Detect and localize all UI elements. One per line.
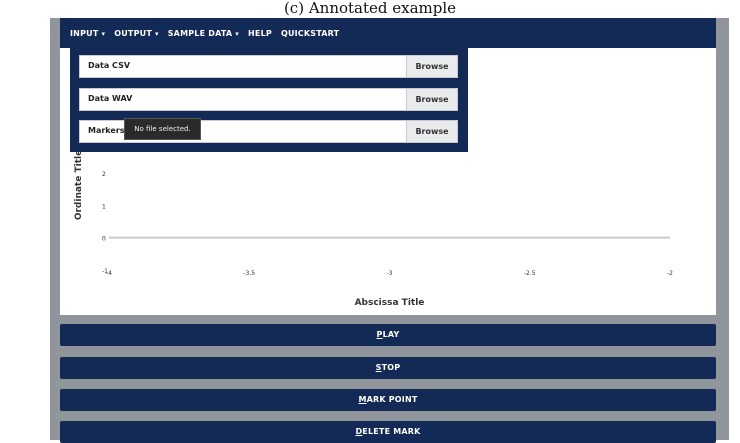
nav-quickstart-link[interactable]: QUICKSTART xyxy=(281,29,339,38)
mark-label: ARK POINT xyxy=(366,395,418,404)
data-wav-browse-button[interactable]: Browse xyxy=(406,89,457,110)
y-tick-label: 1 xyxy=(102,203,106,210)
x-tick-label: -4 xyxy=(106,270,112,277)
y-tick-label: 2 xyxy=(102,171,106,178)
data-csv-file-input[interactable]: Data CSV Browse xyxy=(79,55,458,78)
x-tick-label: -3.5 xyxy=(243,270,255,277)
nav-output-menu[interactable]: OUTPUT ▾ xyxy=(114,29,159,38)
data-csv-browse-button[interactable]: Browse xyxy=(406,56,457,77)
data-csv-label: Data CSV xyxy=(88,61,131,70)
y-axis-title: Ordinate Title xyxy=(74,150,84,220)
x-tick-label: -2 xyxy=(667,270,673,277)
navbar: INPUT ▾ OUTPUT ▾ SAMPLE DATA ▾ HELP QUICKST… xyxy=(60,18,716,48)
nav-sample-data-label: SAMPLE DATA xyxy=(167,28,233,38)
data-wav-file-input[interactable]: Data WAV Browse xyxy=(79,88,458,111)
markers-label: Markers xyxy=(88,126,125,135)
x-tick-label: -3 xyxy=(387,270,393,277)
data-wav-label: Data WAV xyxy=(88,94,133,103)
play-label: LAY xyxy=(382,330,400,339)
stop-button[interactable]: STOP xyxy=(60,357,716,379)
nav-sample-data-menu[interactable]: SAMPLE DATA ▾ xyxy=(168,29,239,38)
x-tick-label: -2.5 xyxy=(524,270,536,277)
mark-point-button[interactable]: MARK POINT xyxy=(60,389,716,411)
nav-help-link[interactable]: HELP xyxy=(248,29,272,38)
nav-input-menu[interactable]: INPUT ▾ xyxy=(70,29,105,38)
delete-label: ELETE MARK xyxy=(362,427,421,436)
stop-label: TOP xyxy=(381,363,401,372)
play-button[interactable]: PLAY xyxy=(60,324,716,346)
chevron-down-icon: ▾ xyxy=(101,29,106,38)
y-tick-label: 0 xyxy=(102,236,106,243)
nav-output-label: OUTPUT xyxy=(114,28,152,38)
chevron-down-icon: ▾ xyxy=(235,29,240,38)
mark-accel: M xyxy=(358,395,367,404)
figure-caption: (c) Annotated example xyxy=(283,0,457,17)
x-axis-title: Abscissa Title xyxy=(355,298,425,308)
markers-browse-button[interactable]: Browse xyxy=(406,121,457,142)
no-file-tooltip: No file selected. xyxy=(124,118,201,140)
nav-input-label: INPUT xyxy=(70,28,99,38)
chevron-down-icon: ▾ xyxy=(155,29,159,38)
